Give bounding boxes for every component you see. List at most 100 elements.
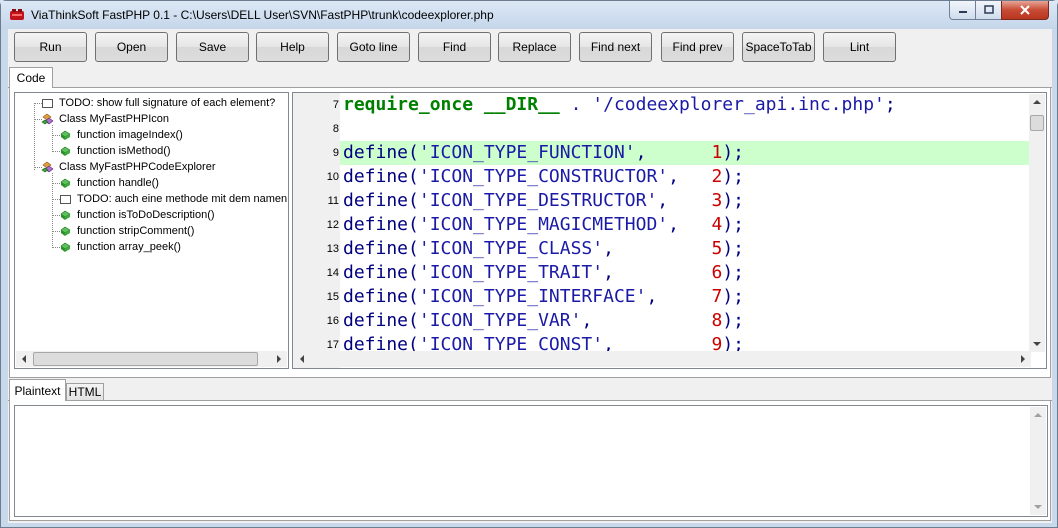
code-line[interactable]: 16 define('ICON_TYPE_VAR', 8); — [293, 309, 1033, 333]
editor-scroll-thumb[interactable] — [1030, 115, 1044, 131]
line-number: 14 — [326, 267, 339, 279]
tree-item-label: function array_peek() — [77, 241, 181, 253]
tree-item-class[interactable]: Class MyFastPHPIcon — [41, 111, 169, 127]
tree-item-function[interactable]: function isToDoDescription() — [59, 207, 215, 223]
function-icon — [60, 178, 71, 188]
code-function: define — [343, 286, 409, 307]
code-punctuation: ); — [722, 142, 745, 163]
code-explorer-tree[interactable]: TODO: show full signature of each elemen… — [14, 92, 289, 369]
code-text: define('ICON_TYPE_VAR', 8); — [343, 309, 744, 333]
code-line[interactable]: 8 — [293, 117, 1033, 141]
find-prev-button[interactable]: Find prev — [661, 32, 734, 62]
code-line[interactable]: 12 define('ICON_TYPE_MAGICMETHOD', 4); — [293, 213, 1033, 237]
find-next-button[interactable]: Find next — [579, 32, 652, 62]
tree-horizontal-scrollbar[interactable] — [16, 351, 287, 367]
code-function: define — [343, 142, 409, 163]
code-punctuation: ); — [722, 166, 745, 187]
find-button[interactable]: Find — [418, 32, 491, 62]
tree-scroll-thumb[interactable] — [33, 352, 258, 366]
output-tabstrip: Plaintext HTML — [8, 379, 1052, 401]
code-string: 'ICON_TYPE_CONSTRUCTOR' — [418, 166, 669, 187]
scroll-up-icon[interactable] — [1033, 98, 1041, 106]
code-punctuation: ( — [408, 166, 419, 187]
code-number: 6 — [711, 262, 723, 283]
code-line[interactable]: 14 define('ICON_TYPE_TRAIT', 6); — [293, 261, 1033, 285]
line-number: 10 — [326, 171, 339, 183]
scroll-up-icon[interactable] — [1034, 411, 1042, 419]
code-punctuation: , — [603, 262, 712, 283]
tree-item-function[interactable]: function handle() — [59, 175, 159, 191]
tree-item-function[interactable]: function imageIndex() — [59, 127, 183, 143]
code-operator: . — [559, 94, 593, 115]
tree-item-class[interactable]: Class MyFastPHPCodeExplorer — [41, 159, 216, 175]
scroll-right-icon[interactable] — [275, 355, 283, 363]
tree-connector — [52, 173, 53, 248]
line-number: 11 — [327, 195, 339, 207]
code-text: define('ICON_TYPE_TRAIT', 6); — [343, 261, 744, 285]
tree-connector — [52, 125, 53, 152]
open-button[interactable]: Open — [95, 32, 168, 62]
help-button[interactable]: Help — [256, 32, 329, 62]
function-icon — [60, 242, 71, 252]
close-button[interactable] — [1001, 1, 1049, 20]
save-button[interactable]: Save — [176, 32, 249, 62]
function-icon — [60, 130, 71, 140]
scroll-down-icon[interactable] — [1034, 503, 1042, 511]
code-punctuation: , — [603, 238, 712, 259]
scroll-left-icon[interactable] — [298, 355, 306, 363]
tree-connector — [34, 103, 35, 170]
code-punctuation: ( — [408, 142, 419, 163]
code-line[interactable]: 13 define('ICON_TYPE_CLASS', 5); — [293, 237, 1033, 261]
code-text: define('ICON_TYPE_CLASS', 5); — [343, 237, 744, 261]
minimize-button[interactable] — [949, 1, 976, 20]
code-number: 3 — [711, 190, 723, 211]
code-line[interactable]: 15 define('ICON_TYPE_INTERFACE', 7); — [293, 285, 1033, 309]
space-to-tab-button[interactable]: SpaceToTab — [742, 32, 815, 62]
tree-item-label: function handle() — [77, 177, 159, 189]
code-line[interactable]: 10 define('ICON_TYPE_CONSTRUCTOR', 2); — [293, 165, 1033, 189]
tab-plaintext[interactable]: Plaintext — [9, 379, 66, 401]
line-number: 8 — [332, 123, 339, 135]
code-editor[interactable]: 7 require_once __DIR__ . '/codeexplorer_a… — [292, 92, 1047, 369]
todo-icon — [60, 194, 71, 204]
tree-item-todo[interactable]: TODO: auch eine methode mit dem namen d — [59, 191, 288, 207]
code-punctuation: ); — [722, 214, 745, 235]
code-string: 'ICON_TYPE_CLASS' — [418, 238, 604, 259]
code-punctuation: , — [668, 214, 712, 235]
scroll-down-icon[interactable] — [1033, 340, 1041, 348]
code-text: require_once __DIR__ . '/codeexplorer_ap… — [343, 93, 896, 117]
output-vertical-scrollbar[interactable] — [1030, 407, 1046, 515]
line-number: 16 — [326, 315, 339, 327]
function-icon — [60, 146, 71, 156]
run-button[interactable]: Run — [14, 32, 87, 62]
tab-code[interactable]: Code — [9, 67, 53, 88]
code-function: define — [343, 262, 409, 283]
code-text: define('ICON_TYPE_CONSTRUCTOR', 2); — [343, 165, 744, 189]
code-tabstrip: Code — [8, 67, 1052, 88]
code-punctuation: ( — [408, 238, 419, 259]
editor-horizontal-scrollbar[interactable] — [294, 351, 1031, 367]
scroll-left-icon[interactable] — [20, 355, 28, 363]
replace-button[interactable]: Replace — [498, 32, 571, 62]
editor-vertical-scrollbar[interactable] — [1029, 94, 1045, 352]
code-number: 5 — [711, 238, 723, 259]
code-punctuation: , — [635, 142, 712, 163]
tree-item-todo[interactable]: TODO: show full signature of each elemen… — [41, 95, 275, 111]
code-text: define('ICON_TYPE_INTERFACE', 7); — [343, 285, 744, 309]
title-bar[interactable]: ViaThinkSoft FastPHP 0.1 - C:\Users\DELL… — [1, 1, 1057, 29]
tree-item-function[interactable]: function stripComment() — [59, 223, 194, 239]
output-text-area[interactable] — [14, 405, 1048, 517]
goto-line-button[interactable]: Goto line — [337, 32, 410, 62]
toolbar: Run Open Save Help Goto line Find Replac… — [8, 29, 1052, 67]
tree-item-function[interactable]: function isMethod() — [59, 143, 171, 159]
code-line[interactable]: 9 define('ICON_TYPE_FUNCTION', 1); — [293, 141, 1033, 165]
code-line[interactable]: 7 require_once __DIR__ . '/codeexplorer_a… — [293, 93, 1033, 117]
lint-button[interactable]: Lint — [823, 32, 896, 62]
tree-item-function[interactable]: function array_peek() — [59, 239, 181, 255]
minimize-icon — [958, 11, 967, 13]
code-line[interactable]: 11 define('ICON_TYPE_DESTRUCTOR', 3); — [293, 189, 1033, 213]
code-string: 'ICON_TYPE_VAR' — [418, 310, 582, 331]
scroll-right-icon[interactable] — [1019, 355, 1027, 363]
maximize-button[interactable] — [975, 1, 1002, 20]
tab-html[interactable]: HTML — [66, 383, 104, 400]
